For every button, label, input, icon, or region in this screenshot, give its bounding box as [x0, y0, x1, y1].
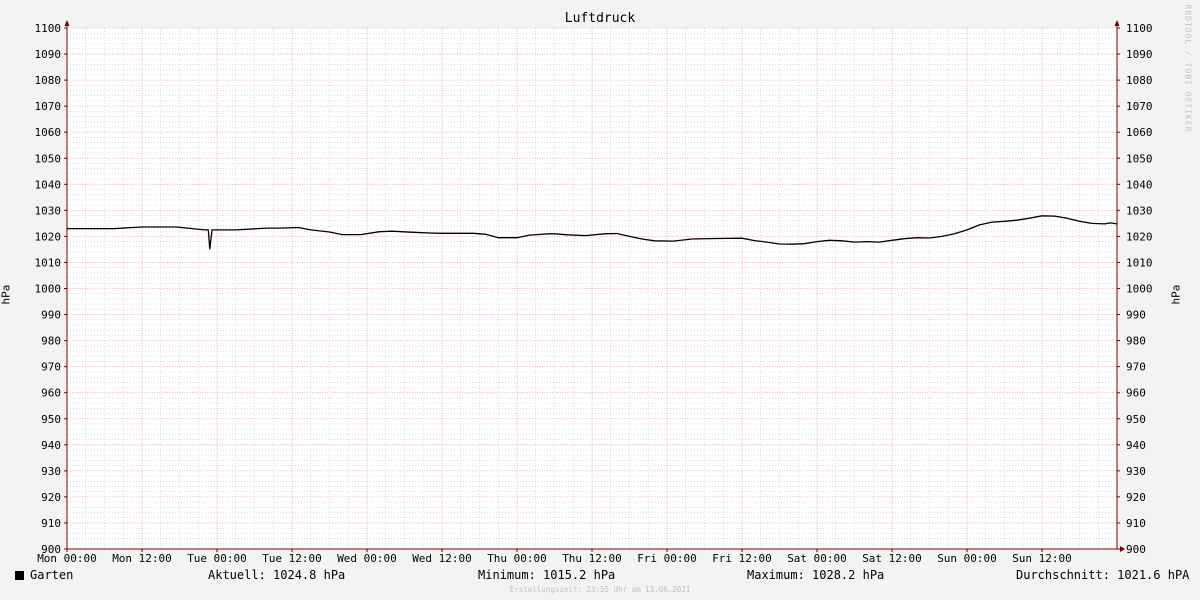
x-tick-label: Sun 12:00 [1012, 552, 1072, 565]
y-tick-label-right: 920 [1126, 491, 1146, 504]
y-tick-label-left: 990 [41, 309, 61, 322]
x-tick-label: Wed 00:00 [337, 552, 397, 565]
y-tick-label-right: 1090 [1126, 48, 1153, 61]
y-tick-label-left: 1070 [35, 100, 62, 113]
x-tick-label: Wed 12:00 [412, 552, 472, 565]
y-tick-label-left: 1030 [35, 204, 62, 217]
x-tick-label: Mon 12:00 [112, 552, 172, 565]
y-tick-label-left: 1010 [35, 256, 62, 269]
x-tick-label: Sun 00:00 [937, 552, 997, 565]
y-tick-label-left: 980 [41, 335, 61, 348]
y-tick-label-left: 930 [41, 465, 61, 478]
y-tick-label-right: 980 [1126, 335, 1146, 348]
x-tick-label: Mon 00:00 [37, 552, 97, 565]
y-tick-label-right: 970 [1126, 361, 1146, 374]
chart-title: Luftdruck [564, 11, 636, 26]
y-tick-label-left: 1000 [35, 283, 62, 296]
x-tick-label: Fri 12:00 [712, 552, 772, 565]
y-axis-label-left: hPa [0, 284, 13, 305]
x-tick-label: Fri 00:00 [637, 552, 697, 565]
x-axis-arrow [1120, 546, 1125, 552]
y-tick-label-left: 970 [41, 361, 61, 374]
y-tick-label-right: 1040 [1126, 178, 1153, 191]
y-tick-label-right: 940 [1126, 439, 1146, 452]
major-grid [66, 27, 1117, 550]
y-tick-label-right: 1030 [1126, 204, 1153, 217]
y-tick-label-right: 1020 [1126, 230, 1153, 243]
legend: Garten Aktuell: 1024.8 hPa Minimum: 1015… [0, 568, 1200, 584]
y-axis-label-right: hPa [1169, 284, 1183, 305]
x-tick-label: Thu 12:00 [562, 552, 622, 565]
y-tick-label-left: 1050 [35, 152, 62, 165]
y-tick-label-right: 960 [1126, 387, 1146, 400]
legend-series-label: Garten [30, 568, 74, 582]
y-tick-label-right: 990 [1126, 309, 1146, 322]
y-tick-label-left: 960 [41, 387, 61, 400]
y-tick-label-left: 1080 [35, 74, 62, 87]
y-tick-label-right: 900 [1126, 543, 1146, 556]
y-tick-label-left: 1020 [35, 230, 62, 243]
y-tick-label-right: 1010 [1126, 256, 1153, 269]
y-tick-label-right: 1050 [1126, 152, 1153, 165]
creation-time: Erstellungszeit: 23:55 Uhr am 13.06.2021 [509, 585, 691, 594]
y-tick-label-left: 1060 [35, 126, 62, 139]
x-tick-label: Thu 00:00 [487, 552, 547, 565]
legend-maximum: Maximum: 1028.2 hPa [747, 568, 885, 582]
y-tick-label-left: 1090 [35, 48, 62, 61]
y-axis-left: 9009109209309409509609709809901000101010… [35, 22, 67, 556]
x-axis: Mon 00:00 Mon 12:00 Tue 00:00 Tue 12:00 Wed … [37, 549, 1072, 565]
y-tick-label-left: 1040 [35, 178, 62, 191]
x-tick-label: Tue 00:00 [187, 552, 247, 565]
y-tick-label-left: 920 [41, 491, 61, 504]
x-tick-label: Sat 12:00 [862, 552, 922, 565]
y-tick-label-right: 1070 [1126, 100, 1153, 113]
x-tick-label: Sat 00:00 [787, 552, 847, 565]
legend-swatch [15, 571, 24, 580]
y-tick-label-left: 950 [41, 413, 61, 426]
legend-minimum: Minimum: 1015.2 hPa [478, 568, 616, 582]
y-tick-label-right: 1060 [1126, 126, 1153, 139]
y-tick-label-left: 940 [41, 439, 61, 452]
y-tick-label-right: 910 [1126, 517, 1146, 530]
x-tick-label: Tue 12:00 [262, 552, 322, 565]
rrdtool-watermark: RRDTOOL / TOBI OETIKER [1183, 4, 1193, 133]
y-tick-label-right: 1000 [1126, 283, 1153, 296]
legend-average: Durchschnitt: 1021.6 hPA [1016, 568, 1190, 582]
y-tick-label-left: 910 [41, 517, 61, 530]
chart-svg: 900 910 920 930 940 950 960 970 980 990 1000 1010 10… [35, 20, 1153, 565]
y-tick-label-right: 950 [1126, 413, 1146, 426]
y-axis-right: 900 910 920 930 940 950 960 970 980 990 1000 1010 10… [1117, 22, 1153, 556]
chart-window: 900 910 920 930 940 950 960 970 980 990 1000 1010 10… [0, 0, 1200, 600]
legend-current: Aktuell: 1024.8 hPa [208, 568, 346, 582]
y-tick-label-right: 1080 [1126, 74, 1153, 87]
y-tick-label-right: 930 [1126, 465, 1146, 478]
